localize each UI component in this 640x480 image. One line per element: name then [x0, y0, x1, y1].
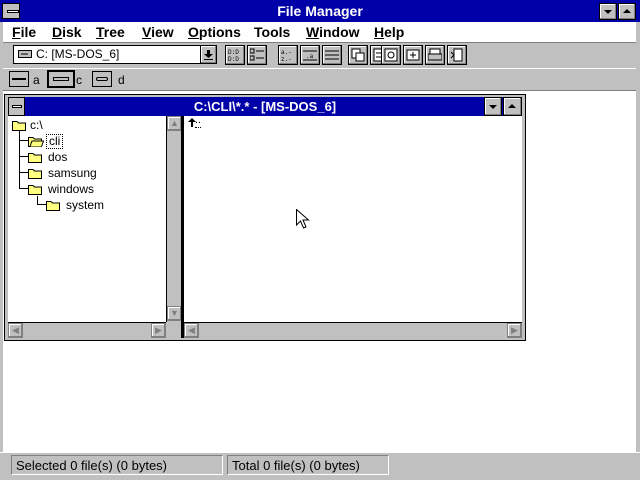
menu-disk[interactable]: Disk — [52, 22, 82, 42]
tree-connector — [19, 188, 28, 189]
tree-connector — [19, 156, 28, 157]
open-folder-icon — [28, 137, 44, 147]
directory-window-title: C:\CLI\*.* - [MS-DOS_6] — [193, 99, 337, 114]
drive-c-letter: c — [76, 73, 82, 87]
hard-drive-icon — [18, 50, 32, 58]
tree-item-dos[interactable]: dos — [28, 149, 88, 165]
drive-c[interactable]: c — [47, 70, 88, 89]
tree-item-samsung[interactable]: samsung — [28, 165, 108, 181]
file-item-label: .. — [195, 114, 202, 128]
window-border-right — [636, 22, 640, 480]
menu-view[interactable]: View — [142, 22, 174, 42]
scroll-left-button[interactable]: ◀ — [184, 323, 199, 338]
status-selected: Selected 0 file(s) (0 bytes) — [11, 455, 223, 475]
drive-a-letter: a — [33, 73, 40, 87]
tree-item-label: cli — [46, 134, 64, 149]
hard-drive-icon — [47, 70, 75, 88]
tree-connector — [19, 172, 28, 173]
app-title: File Manager — [277, 3, 363, 19]
sort-by-name-button[interactable]: a.- z.- — [278, 45, 298, 65]
child-minimize-button[interactable] — [484, 97, 502, 116]
folder-icon — [28, 185, 42, 195]
menu-file[interactable]: File — [12, 22, 36, 42]
tree-item-label: c:\ — [30, 118, 43, 132]
tree-item-label: dos — [48, 150, 68, 164]
tree-item-root[interactable]: c:\ — [12, 117, 72, 133]
drive-a[interactable]: a — [9, 71, 43, 89]
print-button[interactable] — [425, 45, 445, 65]
maximize-button[interactable] — [618, 3, 636, 20]
tree-vertical-scrollbar[interactable]: ▲ ▼ — [166, 116, 182, 322]
scroll-right-button[interactable]: ▶ — [151, 323, 166, 338]
status-total: Total 0 file(s) (0 bytes) — [227, 455, 389, 475]
sort-type-icon: .a — [303, 50, 317, 61]
tree-connector — [19, 140, 28, 141]
minimize-button[interactable] — [599, 3, 617, 20]
new-window-button[interactable] — [403, 45, 423, 65]
sort-date-icon — [351, 48, 365, 62]
arrow-down-icon — [204, 50, 213, 60]
file-list[interactable] — [184, 116, 522, 322]
system-menu-button[interactable] — [2, 3, 20, 19]
cdrom-drive-icon — [92, 71, 112, 87]
svg-text:D:D: D:D — [228, 49, 239, 56]
disk-copy-button[interactable] — [381, 45, 401, 65]
tree-item-cli[interactable]: cli — [28, 133, 68, 149]
menu-help[interactable]: Help — [374, 22, 404, 42]
menu-tree[interactable]: Tree — [96, 22, 125, 42]
menu-tools[interactable]: Tools — [254, 22, 290, 42]
menu-options[interactable]: Options — [188, 22, 241, 42]
drive-d[interactable]: d — [92, 71, 126, 89]
new-window-icon — [406, 49, 420, 61]
drive-d-letter: d — [118, 73, 125, 87]
window-border-left — [0, 22, 3, 480]
network-connect-icon: D:DD:D — [228, 49, 239, 62]
tree-item-label: samsung — [48, 166, 97, 180]
sort-by-date-button[interactable] — [348, 45, 368, 65]
svg-text:z.-: z.- — [281, 56, 292, 62]
drive-select-value: C: [MS-DOS_6] — [36, 47, 120, 61]
folder-icon — [28, 153, 42, 163]
menu-window[interactable]: Window — [306, 22, 360, 42]
tree-item-label: system — [66, 198, 105, 212]
open-folder-icon — [12, 121, 26, 131]
svg-text:.a: .a — [306, 53, 314, 60]
mouse-pointer-icon — [296, 209, 310, 229]
folder-icon — [46, 201, 60, 211]
scroll-down-button[interactable]: ▼ — [167, 306, 182, 321]
tree-connector — [37, 204, 46, 205]
folder-icon — [28, 169, 42, 179]
floppy-drive-icon — [9, 71, 29, 87]
tree-horizontal-scrollbar[interactable]: ◀ ▶ — [8, 322, 166, 338]
scroll-up-button[interactable]: ▲ — [167, 116, 182, 131]
files-horizontal-scrollbar[interactable]: ◀ ▶ — [184, 322, 522, 338]
scroll-left-button[interactable]: ◀ — [8, 323, 23, 338]
tree-item-label: windows — [48, 182, 95, 196]
sort-by-size-button[interactable] — [322, 45, 342, 65]
svg-text:a.-: a.- — [281, 49, 292, 56]
child-maximize-button[interactable] — [503, 97, 522, 116]
sort-by-type-button[interactable]: .a — [300, 45, 320, 65]
connect-network-drive-button[interactable]: D:D D:D — [225, 45, 245, 65]
menu-bar: File Disk Tree View Options Tools Window… — [0, 22, 640, 42]
file-item-parent[interactable]: .. — [188, 114, 208, 130]
disk-copy-icon — [384, 48, 398, 62]
sort-size-icon — [325, 50, 339, 60]
disconnect-network-drive-button[interactable] — [247, 45, 267, 65]
run-program-button[interactable] — [447, 45, 467, 65]
network-disconnect-icon — [250, 48, 264, 61]
print-icon — [428, 48, 442, 61]
drive-select-dropdown-button[interactable] — [200, 45, 217, 64]
tree-item-windows[interactable]: windows — [28, 181, 108, 197]
sort-name-icon: a.-z.- — [281, 49, 292, 62]
child-system-menu-button[interactable] — [8, 97, 25, 116]
hourglass-icon — [450, 48, 463, 62]
svg-text:D:D: D:D — [228, 56, 239, 62]
tree-item-system[interactable]: system — [46, 197, 126, 213]
scroll-right-button[interactable]: ▶ — [507, 323, 522, 338]
